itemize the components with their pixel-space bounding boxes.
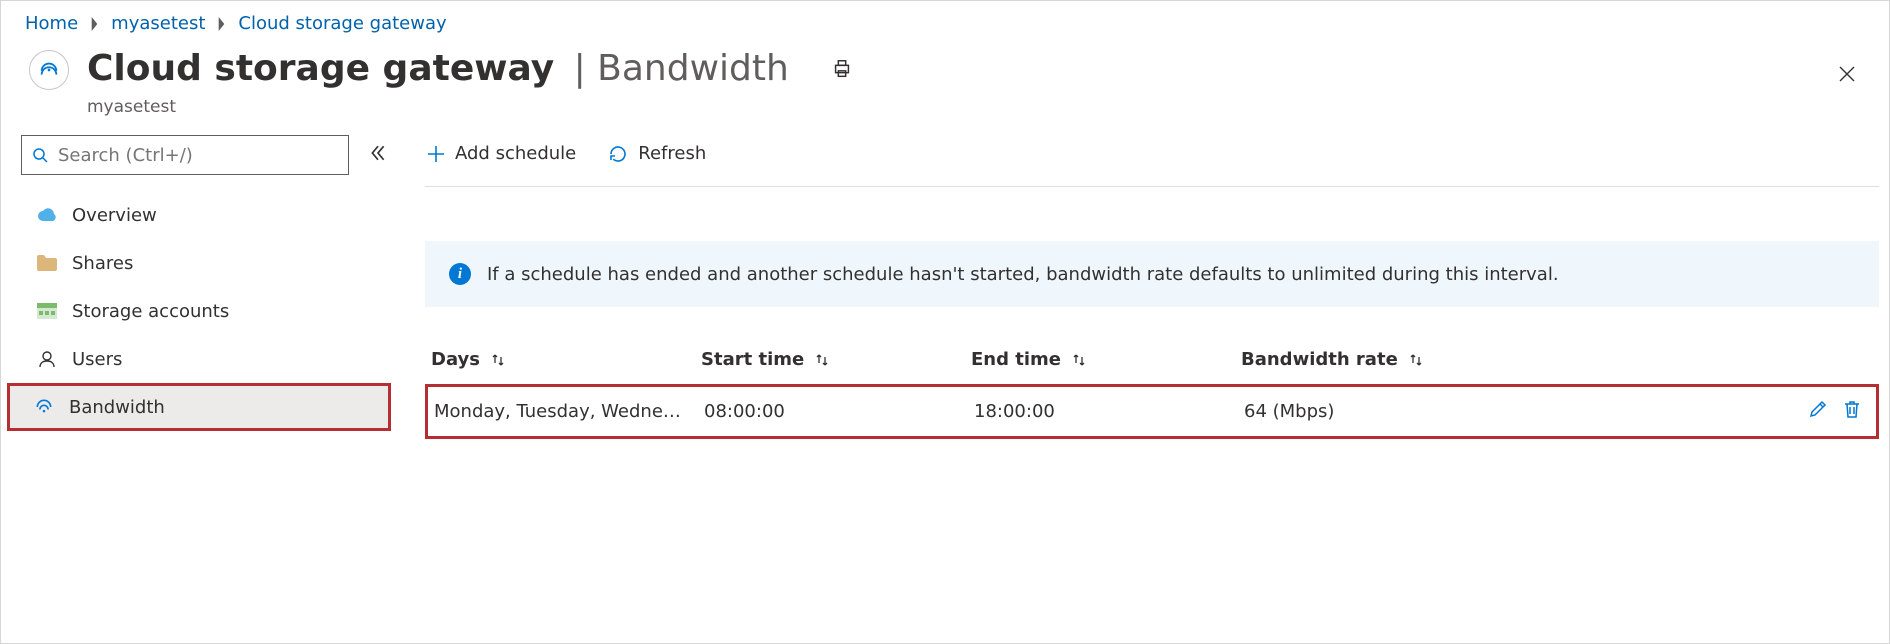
refresh-button[interactable]: Refresh [606, 139, 708, 168]
table-header: Days Start time End time Bandwidth rate [425, 349, 1879, 384]
column-end-time[interactable]: End time [971, 349, 1241, 370]
sidebar-item-label: Storage accounts [72, 301, 229, 322]
chevron-right-icon [90, 17, 99, 31]
breadcrumb-service[interactable]: Cloud storage gateway [238, 13, 446, 34]
cell-days: Monday, Tuesday, Wednesd… [434, 401, 704, 422]
sidebar-item-overview[interactable]: Overview [21, 191, 391, 239]
column-start-time[interactable]: Start time [701, 349, 971, 370]
sidebar-item-label: Users [72, 349, 122, 370]
folder-icon [36, 255, 58, 271]
row-actions [1780, 397, 1870, 426]
sidebar-item-label: Bandwidth [69, 397, 165, 418]
collapse-sidebar-button[interactable] [365, 140, 391, 171]
service-icon [29, 50, 69, 90]
column-days[interactable]: Days [431, 349, 701, 370]
sidebar-item-bandwidth[interactable]: Bandwidth [7, 383, 391, 431]
sidebar-item-users[interactable]: Users [21, 335, 391, 383]
info-banner: i If a schedule has ended and another sc… [425, 241, 1879, 307]
sort-icon [1071, 352, 1087, 368]
cell-start-time: 08:00:00 [704, 401, 974, 422]
sidebar-item-label: Shares [72, 253, 133, 274]
page-header: Cloud storage gateway | Bandwidth myaset… [1, 40, 1889, 135]
close-button[interactable] [1831, 58, 1863, 95]
breadcrumb-resource[interactable]: myasetest [111, 13, 205, 34]
command-bar: Add schedule Refresh [425, 135, 1879, 187]
column-bandwidth-rate[interactable]: Bandwidth rate [1241, 349, 1783, 370]
sidebar-nav: Overview Shares Storage accounts Users [21, 191, 391, 431]
main-content: Add schedule Refresh i If a schedule has… [391, 135, 1889, 439]
storage-icon [36, 303, 58, 319]
delete-button[interactable] [1840, 397, 1864, 426]
resource-name: myasetest [87, 97, 859, 117]
table-row[interactable]: Monday, Tuesday, Wednesd… 08:00:00 18:00… [425, 384, 1879, 439]
search-field[interactable] [56, 144, 338, 167]
chevron-right-icon [217, 17, 226, 31]
sidebar-item-storage-accounts[interactable]: Storage accounts [21, 287, 391, 335]
search-input[interactable] [21, 135, 349, 175]
user-icon [36, 350, 58, 368]
edit-button[interactable] [1806, 397, 1830, 426]
page-title: Cloud storage gateway | Bandwidth [87, 42, 859, 95]
info-icon: i [449, 263, 471, 285]
sidebar-item-shares[interactable]: Shares [21, 239, 391, 287]
sidebar-item-label: Overview [72, 205, 157, 226]
info-text: If a schedule has ended and another sche… [487, 264, 1559, 285]
sidebar: Overview Shares Storage accounts Users [1, 135, 391, 431]
sort-icon [814, 352, 830, 368]
breadcrumb: Home myasetest Cloud storage gateway [1, 1, 1889, 40]
cell-end-time: 18:00:00 [974, 401, 1244, 422]
print-button[interactable] [825, 42, 859, 95]
bandwidth-icon [33, 397, 55, 417]
cell-bandwidth-rate: 64 (Mbps) [1244, 401, 1780, 422]
breadcrumb-home[interactable]: Home [25, 13, 78, 34]
sort-icon [1408, 352, 1424, 368]
cloud-icon [36, 208, 58, 222]
add-schedule-button[interactable]: Add schedule [425, 139, 578, 168]
sort-icon [490, 352, 506, 368]
schedules-table: Days Start time End time Bandwidth rate [425, 349, 1879, 439]
